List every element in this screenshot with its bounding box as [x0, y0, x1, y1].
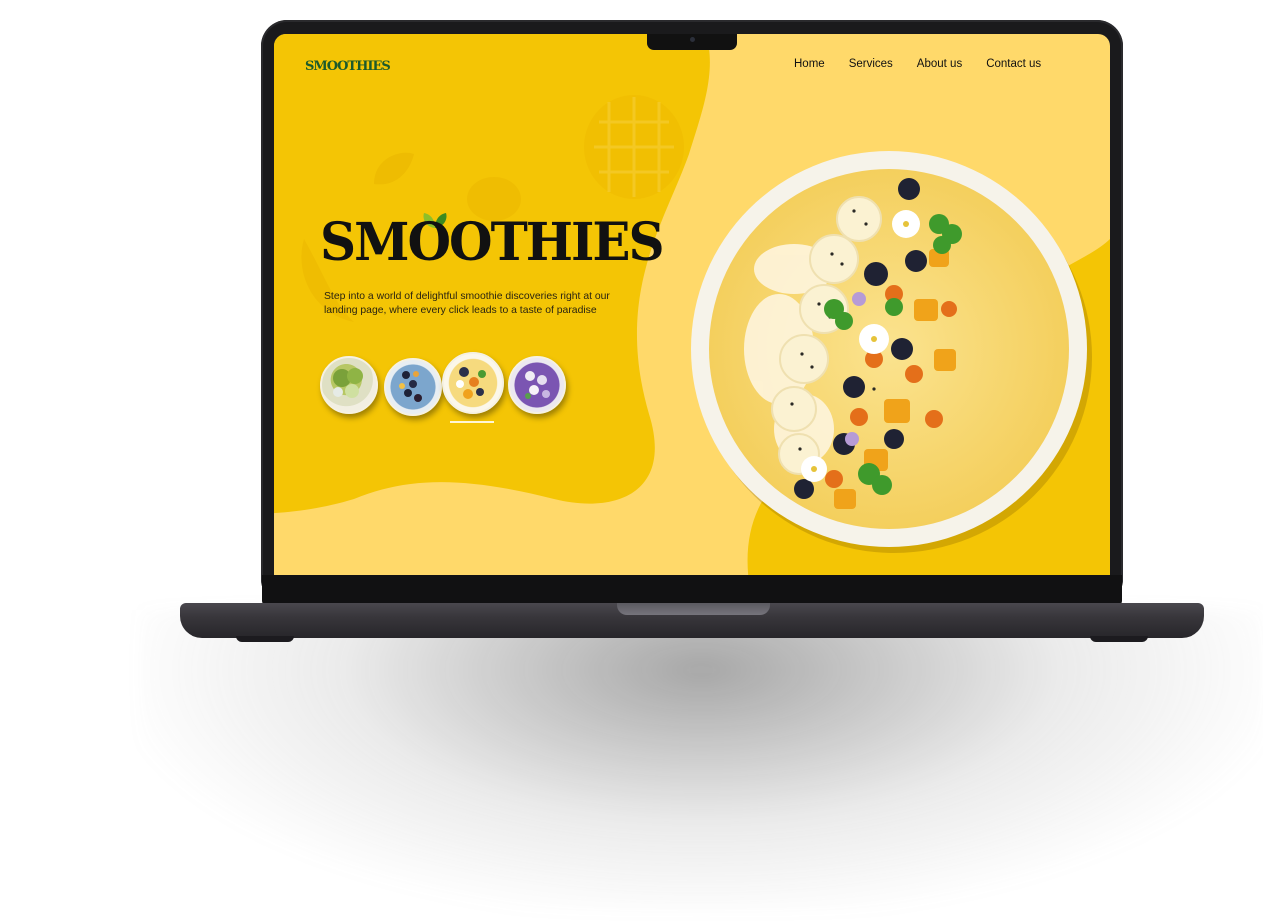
laptop-screen: SMOOTHIES Home Services About us Contact… — [274, 34, 1110, 575]
hero-description: Step into a world of delightful smoothie… — [324, 291, 610, 316]
mango-decoration-icon — [584, 95, 684, 199]
mango-bowl-image — [456, 367, 486, 399]
laptop-foot-left — [236, 636, 294, 642]
laptop-shadow — [140, 610, 1263, 910]
thumbnail-mango-bowl[interactable] — [442, 352, 504, 414]
screen-bottom-bezel — [262, 575, 1122, 605]
laptop-foot-right — [1090, 636, 1148, 642]
camera-icon — [690, 37, 695, 42]
nav-services[interactable]: Services — [849, 58, 893, 70]
site-logo[interactable]: SMOOTHIES — [305, 59, 391, 74]
nav-about-us[interactable]: About us — [917, 58, 962, 70]
thumbnail-blueberry-bowl[interactable] — [384, 358, 442, 416]
nav-home[interactable]: Home — [794, 58, 825, 70]
selected-thumbnail-indicator — [450, 421, 494, 423]
thumbnail-berry-bowl[interactable] — [508, 356, 566, 414]
main-nav: Home Services About us Contact us — [794, 58, 1041, 70]
thumbnail-kiwi-bowl[interactable] — [320, 356, 378, 414]
hero-smoothie-bowl-image — [691, 151, 1092, 553]
camera-notch — [647, 34, 737, 50]
berry-bowl-image — [525, 371, 550, 399]
hero-title: SMOOTHIES — [320, 210, 665, 273]
blueberry-bowl-image — [399, 371, 422, 402]
kiwi-bowl-image — [333, 368, 363, 398]
nav-contact-us[interactable]: Contact us — [986, 58, 1041, 70]
mango-decoration-icon — [374, 152, 414, 185]
laptop-hinge-notch — [617, 603, 770, 615]
